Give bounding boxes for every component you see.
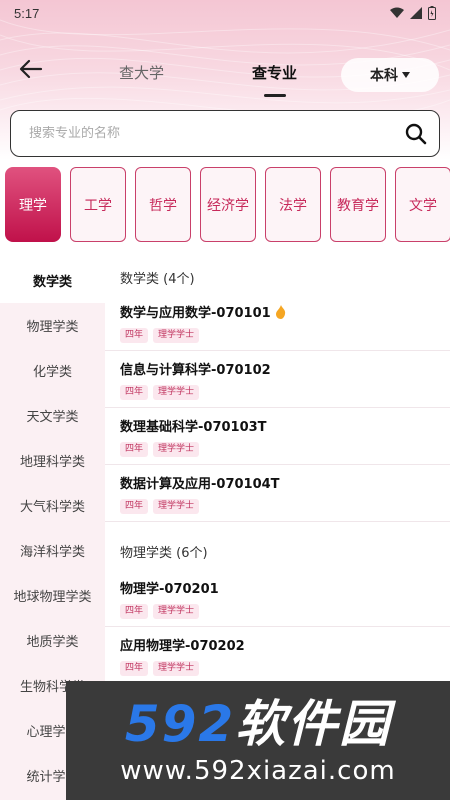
list-item[interactable]: 数学与应用数学-070101 四年 理学学士 bbox=[105, 295, 450, 351]
status-time: 5:17 bbox=[14, 5, 40, 21]
list-item[interactable]: 信息与计算科学-070102 四年 理学学士 bbox=[105, 352, 450, 408]
sidebar-item-astronomy[interactable]: 天文学类 bbox=[0, 393, 105, 438]
tab-search-university[interactable]: 查大学 bbox=[119, 62, 164, 83]
signal-icon bbox=[410, 7, 422, 19]
category-science[interactable]: 理学 bbox=[5, 167, 61, 242]
major-name: 物理学-070201 bbox=[120, 582, 219, 597]
sidebar-item-geology[interactable]: 地质学类 bbox=[0, 618, 105, 663]
duration-tag: 四年 bbox=[120, 661, 149, 676]
tab-search-major[interactable]: 查专业 bbox=[252, 62, 297, 83]
degree-tag: 理学学士 bbox=[153, 328, 200, 343]
major-name: 数学与应用数学-070101 bbox=[120, 306, 271, 321]
major-name: 应用物理学-070202 bbox=[120, 639, 245, 654]
duration-tag: 四年 bbox=[120, 328, 149, 343]
status-bar: 5:17 bbox=[0, 0, 450, 26]
watermark-logo: 592软件园 bbox=[125, 694, 391, 754]
search-input[interactable] bbox=[29, 126, 405, 141]
sidebar-item-geophysics[interactable]: 地球物理学类 bbox=[0, 573, 105, 618]
duration-tag: 四年 bbox=[120, 385, 149, 400]
category-education[interactable]: 教育学 bbox=[330, 167, 386, 242]
degree-tag: 理学学士 bbox=[153, 661, 200, 676]
list-item[interactable]: 物理学-070201 四年 理学学士 bbox=[105, 571, 450, 627]
duration-tag: 四年 bbox=[120, 442, 149, 457]
wifi-icon bbox=[390, 7, 404, 18]
sidebar-item-math[interactable]: 数学类 bbox=[0, 258, 105, 303]
sidebar-item-atmospheric[interactable]: 大气科学类 bbox=[0, 483, 105, 528]
status-icons bbox=[390, 6, 436, 20]
level-selector[interactable]: 本科 bbox=[341, 58, 439, 92]
degree-tag: 理学学士 bbox=[153, 385, 200, 400]
group-title-math: 数学类 (4个) bbox=[120, 272, 195, 287]
category-engineering[interactable]: 工学 bbox=[70, 167, 126, 242]
sidebar-item-marine[interactable]: 海洋科学类 bbox=[0, 528, 105, 573]
sidebar-item-geography[interactable]: 地理科学类 bbox=[0, 438, 105, 483]
level-label: 本科 bbox=[370, 68, 398, 84]
tab-active-indicator bbox=[264, 94, 286, 97]
duration-tag: 四年 bbox=[120, 499, 149, 514]
sidebar-item-chemistry[interactable]: 化学类 bbox=[0, 348, 105, 393]
degree-tag: 理学学士 bbox=[153, 499, 200, 514]
list-item[interactable]: 数据计算及应用-070104T 四年 理学学士 bbox=[105, 466, 450, 522]
watermark-logo-text: 软件园 bbox=[235, 694, 392, 753]
category-economics[interactable]: 经济学 bbox=[200, 167, 256, 242]
category-bar: 理学 工学 哲学 经济学 法学 教育学 文学 bbox=[0, 167, 450, 243]
watermark-url: www.592xiazai.com bbox=[120, 755, 396, 786]
category-law[interactable]: 法学 bbox=[265, 167, 321, 242]
list-item[interactable]: 数理基础科学-070103T 四年 理学学士 bbox=[105, 409, 450, 465]
category-literature[interactable]: 文学 bbox=[395, 167, 450, 242]
watermark-banner: 592软件园 www.592xiazai.com bbox=[66, 681, 450, 800]
major-name-wrap: 数学与应用数学-070101 bbox=[120, 302, 287, 321]
sidebar-item-physics[interactable]: 物理学类 bbox=[0, 303, 105, 348]
degree-tag: 理学学士 bbox=[153, 604, 200, 619]
degree-tag: 理学学士 bbox=[153, 442, 200, 457]
caret-down-icon bbox=[402, 72, 410, 78]
major-name: 数理基础科学-070103T bbox=[120, 420, 267, 435]
list-item[interactable]: 应用物理学-070202 四年 理学学士 bbox=[105, 628, 450, 684]
search-icon[interactable] bbox=[405, 123, 427, 145]
hot-icon bbox=[275, 304, 285, 319]
category-philosophy[interactable]: 哲学 bbox=[135, 167, 191, 242]
watermark-logo-number: 592 bbox=[124, 694, 236, 753]
duration-tag: 四年 bbox=[120, 604, 149, 619]
battery-icon bbox=[428, 6, 436, 20]
major-name: 信息与计算科学-070102 bbox=[120, 363, 271, 378]
major-name: 数据计算及应用-070104T bbox=[120, 477, 280, 492]
group-title-physics: 物理学类 (6个) bbox=[120, 546, 208, 561]
search-box[interactable] bbox=[10, 110, 440, 157]
